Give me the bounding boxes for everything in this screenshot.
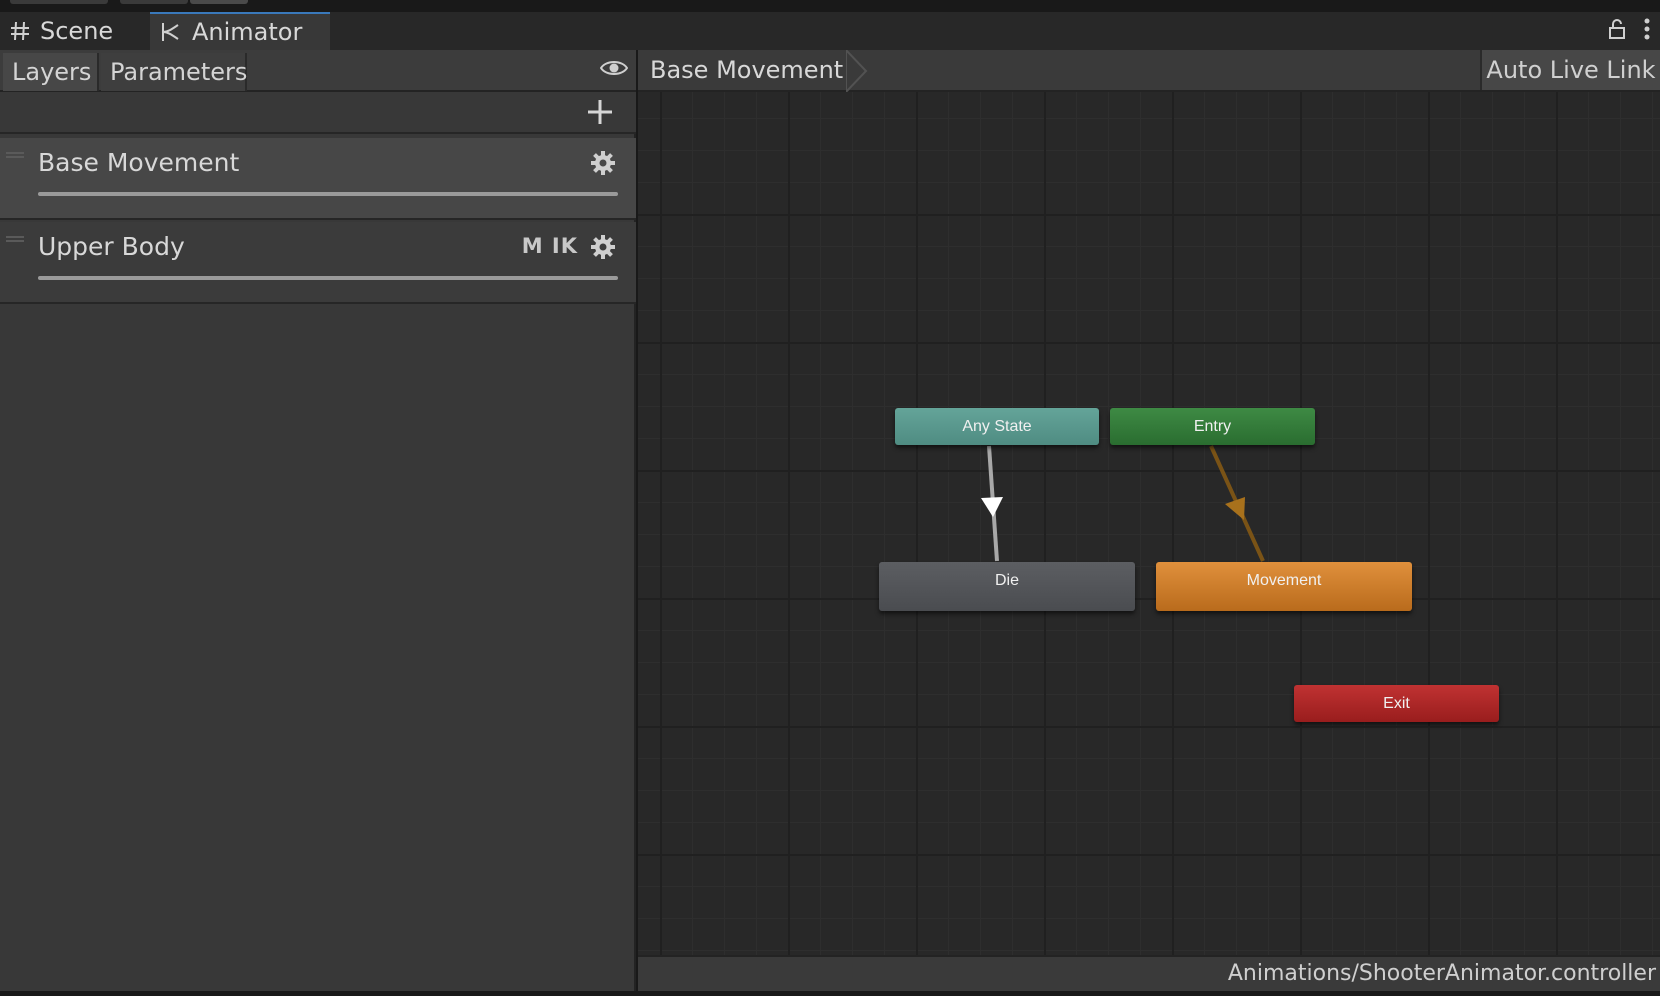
state-node-entry[interactable]: Entry [1110,408,1315,445]
controller-path: Animations/ShooterAnimator.controller [1227,961,1656,986]
status-bar: Animations/ShooterAnimator.controller [638,955,1660,991]
transition-arrows [981,445,1265,562]
state-node-movement[interactable]: Movement [1156,562,1412,611]
bottom-strip [0,991,1660,996]
state-node-die[interactable]: Die [879,562,1135,611]
state-node-exit[interactable]: Exit [1294,685,1499,722]
state-node-any-state[interactable]: Any State [895,408,1099,445]
transition-entry-to-movement[interactable] [1209,445,1265,562]
transition-any-to-die[interactable] [981,445,1003,562]
